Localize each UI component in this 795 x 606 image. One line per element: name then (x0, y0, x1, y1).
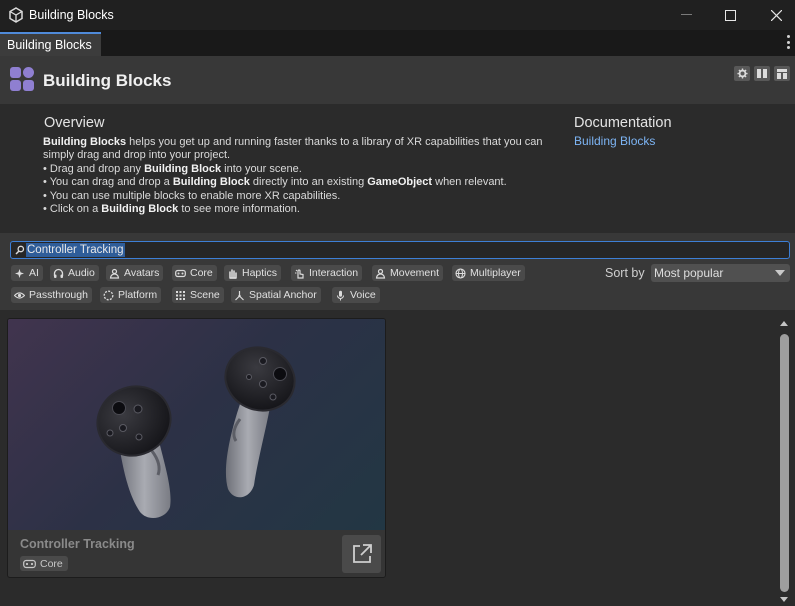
minimize-button[interactable] (663, 0, 709, 30)
overview-bullet: • You can drag and drop a Building Block… (43, 176, 507, 189)
tag-passthrough[interactable]: Passthrough (11, 287, 92, 303)
page-title: Building Blocks (43, 71, 172, 90)
maximize-icon (724, 9, 736, 21)
pointer-hand-icon (295, 268, 304, 279)
tag-haptics[interactable]: Haptics (224, 265, 282, 281)
overview-bullet: • Click on a Building Block to see more … (43, 203, 300, 216)
tag-multiplayer[interactable]: Multiplayer (452, 265, 525, 281)
chevron-down-icon (775, 270, 785, 276)
eye-icon (14, 291, 25, 299)
overview-text: Building Blocks helps you get up and run… (43, 136, 563, 216)
overview-bullet: • Drag and drop any Building Block into … (43, 162, 302, 175)
block-card[interactable]: Controller Tracking Core (7, 318, 386, 578)
maximize-button[interactable] (707, 0, 753, 30)
layout-columns-button[interactable] (754, 66, 770, 81)
tab-label: Building Blocks (7, 38, 92, 52)
open-external-icon (352, 544, 372, 563)
tag-spatial-anchor[interactable]: Spatial Anchor (231, 287, 321, 303)
tag-interaction[interactable]: Interaction (291, 265, 363, 281)
scrollbar-thumb[interactable] (780, 334, 789, 592)
platform-ring-icon (103, 290, 114, 300)
overview-section: Overview Building Blocks helps you get u… (0, 104, 795, 233)
tag-ai[interactable]: AI (11, 265, 43, 281)
headset-icon (175, 269, 186, 277)
microphone-icon (337, 290, 344, 300)
window-app-icon (9, 7, 23, 23)
tag-avatars[interactable]: Avatars (106, 265, 164, 281)
search-icon (15, 245, 25, 255)
grid-icon (176, 290, 185, 300)
minimize-icon (680, 14, 692, 15)
open-block-button[interactable] (342, 535, 381, 573)
globe-icon (455, 267, 466, 279)
header: Building Blocks (0, 56, 795, 104)
tag-core[interactable]: Core (172, 265, 217, 281)
tag-platform[interactable]: Platform (100, 287, 162, 303)
headset-icon (23, 559, 36, 568)
documentation-link[interactable]: Building Blocks (574, 134, 655, 148)
person-icon (375, 268, 386, 279)
block-thumbnail (8, 319, 385, 530)
anchor-icon (235, 290, 244, 300)
tab-building-blocks[interactable]: Building Blocks (0, 32, 101, 56)
settings-gear-icon (736, 68, 748, 79)
tag-audio[interactable]: Audio (50, 265, 99, 281)
controllers-image (96, 346, 296, 519)
scroll-down-arrow[interactable] (780, 597, 788, 602)
headphones-icon (53, 268, 64, 278)
more-options-icon[interactable] (786, 35, 790, 49)
scroll-up-arrow[interactable] (780, 321, 788, 326)
sort-dropdown[interactable]: Most popular (651, 264, 790, 282)
search-input[interactable]: Controller Tracking (10, 241, 790, 259)
person-icon (109, 268, 120, 279)
settings-button[interactable] (734, 66, 750, 81)
tag-scene[interactable]: Scene (172, 287, 224, 303)
hand-icon (229, 268, 237, 279)
filter-bar: Controller Tracking AI Audio Avatars Cor… (0, 233, 795, 310)
overview-bullet: • You can use multiple blocks to enable … (43, 189, 341, 202)
building-blocks-logo (10, 67, 36, 93)
overview-heading: Overview (44, 115, 105, 131)
close-button[interactable] (753, 0, 795, 30)
documentation-heading: Documentation (574, 115, 672, 131)
sort-value: Most popular (654, 266, 724, 280)
tag-movement[interactable]: Movement (372, 265, 444, 281)
window-title: Building Blocks (29, 8, 114, 22)
layout-panel-icon (777, 68, 787, 79)
results-panel: Controller Tracking Core (0, 310, 795, 606)
sparkle-icon (15, 268, 24, 278)
block-title: Controller Tracking (20, 537, 135, 551)
overview-intro: Building Blocks helps you get up and run… (43, 136, 543, 162)
layout-panel-button[interactable] (774, 66, 790, 81)
sort-by-label: Sort by (605, 266, 645, 280)
block-tag: Core (20, 556, 68, 571)
close-icon (770, 9, 782, 21)
tab-strip: Building Blocks (0, 30, 795, 56)
layout-columns-icon (757, 69, 767, 78)
tag-voice[interactable]: Voice (332, 287, 380, 303)
search-value: Controller Tracking (26, 243, 125, 257)
